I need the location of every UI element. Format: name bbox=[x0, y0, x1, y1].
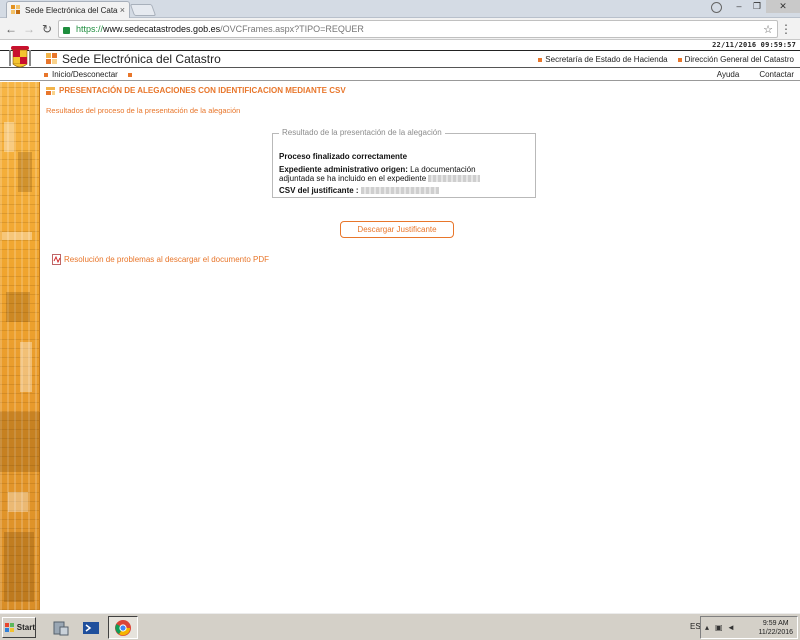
window-controls: – ❐ ✕ bbox=[730, 0, 800, 14]
bullet-icon bbox=[677, 57, 682, 62]
taskbar-chrome[interactable] bbox=[108, 616, 138, 639]
os-taskbar: Start ES ▴ ▣ ◄ 9:59 AM 11/22/2016 bbox=[0, 612, 800, 640]
new-tab-button[interactable] bbox=[129, 4, 157, 16]
url-host: www.sedecatastrodes.gob.es bbox=[103, 24, 221, 34]
close-window-button[interactable]: ✕ bbox=[766, 0, 800, 13]
expediente-line: Expediente administrativo origen: La doc… bbox=[279, 165, 476, 174]
bullet-icon bbox=[127, 72, 132, 77]
minimize-button[interactable]: – bbox=[730, 0, 748, 13]
address-bar[interactable]: https:// www.sedecatastrodes.gob.es /OVC… bbox=[58, 20, 778, 38]
nav-inicio-desconectar[interactable]: Inicio/Desconectar bbox=[52, 70, 118, 79]
browser-toolbar: ← → ↻ https:// www.sedecatastrodes.gob.e… bbox=[0, 18, 800, 40]
csv-line: CSV del justificante : bbox=[279, 186, 439, 195]
url-path: /OVCFrames.aspx?TIPO=REQUER bbox=[220, 24, 364, 34]
nav-ayuda[interactable]: Ayuda bbox=[717, 70, 740, 79]
profile-icon[interactable] bbox=[711, 2, 722, 13]
chevron-up-icon[interactable]: ▴ bbox=[705, 623, 709, 632]
taskbar-powershell[interactable] bbox=[78, 616, 104, 639]
catastro-logo bbox=[46, 53, 58, 66]
tab-title: Sede Electrónica del Catast bbox=[25, 5, 118, 15]
status-line: Proceso finalizado correctamente bbox=[279, 152, 407, 161]
header-links: Secretaría de Estado de Hacienda Direcci… bbox=[538, 55, 794, 64]
page-title: PRESENTACIÓN DE ALEGACIONES CON IDENTIFI… bbox=[46, 86, 346, 95]
reload-icon[interactable]: ↻ bbox=[38, 22, 56, 36]
catastro-favicon bbox=[11, 5, 21, 15]
download-justificante-button[interactable]: Descargar Justificante bbox=[340, 221, 454, 238]
coat-of-arms-icon bbox=[9, 46, 31, 68]
link-secretaria[interactable]: Secretaría de Estado de Hacienda bbox=[538, 55, 668, 64]
link-direccion[interactable]: Dirección General del Catastro bbox=[677, 55, 794, 64]
maximize-button[interactable]: ❐ bbox=[748, 0, 766, 13]
pdf-help-text: Resolución de problemas al descargar el … bbox=[64, 255, 269, 264]
site-nav: Inicio/Desconectar Ayuda Contactar bbox=[0, 69, 800, 81]
expediente-text-2: adjuntada se ha incluido en el expedient… bbox=[279, 174, 427, 183]
clock-date: 11/22/2016 bbox=[758, 629, 793, 636]
forward-icon[interactable]: → bbox=[20, 22, 38, 36]
network-icon[interactable]: ▣ bbox=[715, 623, 723, 632]
expediente-line-2: adjuntada se ha incluido en el expedient… bbox=[279, 174, 481, 183]
page-subtitle: Resultados del proceso de la presentació… bbox=[46, 106, 241, 115]
pdf-help-link[interactable]: Resolución de problemas al descargar el … bbox=[52, 254, 269, 265]
nav-contactar[interactable]: Contactar bbox=[759, 70, 794, 79]
browser-tabbar: Sede Electrónica del Catast × – ❐ ✕ bbox=[0, 0, 800, 18]
browser-menu-icon[interactable]: ⋮ bbox=[780, 22, 792, 36]
start-button[interactable]: Start bbox=[2, 617, 36, 638]
redacted-expediente bbox=[428, 175, 481, 183]
tab-close-icon[interactable]: × bbox=[120, 5, 125, 15]
site-brand: Sede Electrónica del Catastro bbox=[62, 52, 221, 66]
powershell-icon bbox=[83, 621, 99, 634]
decorative-city-photo bbox=[0, 82, 40, 610]
server-date: 22/11/2016 09:59:57 bbox=[712, 41, 796, 49]
lock-icon bbox=[63, 26, 70, 34]
result-panel: Resultado de la presentación de la alega… bbox=[272, 128, 536, 198]
clock-time: 9:59 AM bbox=[762, 620, 789, 627]
bookmark-star-icon[interactable]: ☆ bbox=[763, 23, 773, 36]
volume-icon[interactable]: ◄ bbox=[727, 623, 735, 632]
bullet-icon bbox=[538, 57, 543, 62]
csv-label: CSV del justificante : bbox=[279, 186, 359, 195]
pdf-icon bbox=[52, 254, 61, 265]
expediente-label: Expediente administrativo origen: bbox=[279, 165, 408, 174]
back-icon[interactable]: ← bbox=[2, 22, 20, 36]
start-label: Start bbox=[16, 623, 35, 632]
redacted-csv bbox=[360, 187, 439, 195]
system-tray: ▴ ▣ ◄ 9:59 AM 11/22/2016 bbox=[700, 616, 798, 639]
chrome-icon bbox=[115, 619, 131, 636]
taskbar-server-manager[interactable] bbox=[48, 616, 74, 639]
windows-logo-icon bbox=[5, 622, 15, 633]
status-text: Proceso finalizado correctamente bbox=[279, 152, 408, 161]
server-manager-icon bbox=[53, 621, 69, 635]
url-scheme: https:// bbox=[76, 24, 104, 34]
browser-tab[interactable]: Sede Electrónica del Catast × bbox=[6, 1, 130, 18]
expediente-text-1: La documentación bbox=[410, 165, 476, 174]
page-title-text: PRESENTACIÓN DE ALEGACIONES CON IDENTIFI… bbox=[59, 86, 346, 95]
link-direccion-label: Dirección General del Catastro bbox=[684, 55, 794, 64]
bullet-icon bbox=[44, 72, 48, 77]
link-secretaria-label: Secretaría de Estado de Hacienda bbox=[545, 55, 668, 64]
clock[interactable]: 9:59 AM 11/22/2016 bbox=[758, 619, 793, 637]
site-header: Sede Electrónica del Catastro Secretaría… bbox=[0, 46, 800, 68]
result-legend: Resultado de la presentación de la alega… bbox=[279, 128, 445, 137]
form-icon bbox=[46, 86, 55, 95]
date-bar: 22/11/2016 09:59:57 bbox=[0, 41, 800, 51]
